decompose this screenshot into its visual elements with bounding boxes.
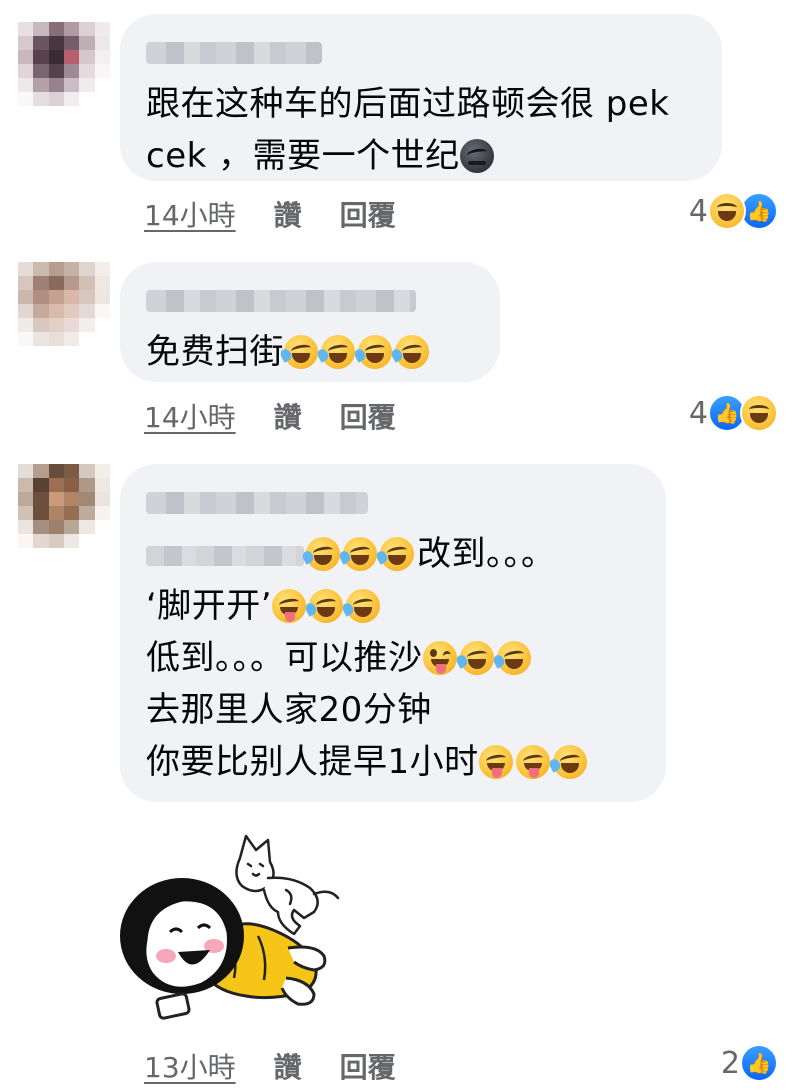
comment-meta: 14小時 讚 回覆 — [144, 396, 434, 436]
reaction-count: 4 — [688, 395, 708, 431]
comment-meta: 13小時 讚 回覆 — [144, 1046, 434, 1086]
rolling-laughing-icon — [380, 537, 414, 571]
author-name-blurred[interactable] — [146, 290, 416, 312]
reply-button[interactable]: 回覆 — [340, 1046, 396, 1086]
reaction-summary[interactable]: 4 👍 — [689, 394, 778, 432]
squinting-tongue-icon — [272, 589, 307, 623]
author-name-blurred[interactable] — [146, 42, 322, 64]
haha-icon — [740, 394, 778, 432]
rolling-laughing-icon — [321, 335, 355, 369]
comment-bubble: 改到。。。 ‘脚开开’ 低到。。。可以推沙 去那里人家20分钟 你要比别人提早1… — [120, 464, 666, 802]
girl-cat-sticker[interactable] — [118, 828, 348, 1024]
reaction-summary[interactable]: 2 👍 — [721, 1044, 778, 1082]
comment-text-line: 免费扫街 — [146, 326, 474, 378]
reaction-count: 2 — [720, 1045, 740, 1081]
haha-icon — [708, 192, 746, 230]
rolling-laughing-icon — [358, 335, 392, 369]
comment-text-line: cek ，需要一个世纪 — [146, 130, 696, 182]
new-moon-face-icon — [459, 139, 494, 173]
author-name-blurred[interactable] — [146, 492, 368, 514]
comment-bubble: 免费扫街 — [120, 262, 500, 382]
mentioned-name-blurred[interactable] — [146, 545, 304, 566]
reaction-count: 4 — [688, 193, 708, 229]
comment-text-line: 去那里人家20分钟 — [146, 690, 432, 730]
rolling-laughing-icon — [343, 537, 377, 571]
reply-button[interactable]: 回覆 — [340, 194, 396, 234]
like-icon: 👍 — [740, 1044, 778, 1082]
like-button[interactable]: 讚 — [274, 194, 302, 234]
avatar[interactable] — [18, 22, 110, 106]
comment-text-line: 你要比别人提早1小时 — [146, 736, 640, 788]
rolling-laughing-icon — [306, 537, 340, 571]
rolling-laughing-icon — [496, 641, 531, 675]
rolling-laughing-icon — [552, 745, 587, 779]
rolling-laughing-icon — [395, 335, 429, 369]
timestamp-link[interactable]: 13小時 — [144, 1046, 236, 1086]
timestamp-link[interactable]: 14小時 — [144, 194, 236, 234]
avatar[interactable] — [18, 262, 110, 346]
rolling-laughing-icon — [346, 589, 381, 623]
comment-meta: 14小時 讚 回覆 — [144, 194, 434, 234]
comment-text-line: 低到。。。可以推沙 — [146, 632, 640, 684]
reply-button[interactable]: 回覆 — [340, 396, 396, 436]
rolling-laughing-icon — [459, 641, 494, 675]
timestamp-link[interactable]: 14小時 — [144, 396, 236, 436]
rolling-laughing-icon — [284, 335, 318, 369]
winking-tongue-icon — [422, 641, 457, 675]
squinting-tongue-icon — [515, 745, 550, 779]
comment-text-line: 跟在这种车的后面过路顿会很 pek — [146, 84, 670, 124]
like-button[interactable]: 讚 — [274, 1046, 302, 1086]
comment-text-line: ‘脚开开’ — [146, 580, 640, 632]
cat-icon — [235, 834, 340, 936]
avatar[interactable] — [18, 464, 110, 548]
comment-text-line: 改到。。。 — [146, 528, 640, 580]
reaction-summary[interactable]: 4 👍 — [689, 192, 778, 230]
like-button[interactable]: 讚 — [274, 396, 302, 436]
squinting-tongue-icon — [478, 745, 513, 779]
comment-bubble: 跟在这种车的后面过路顿会很 pek cek ，需要一个世纪 — [120, 14, 722, 181]
rolling-laughing-icon — [309, 589, 344, 623]
